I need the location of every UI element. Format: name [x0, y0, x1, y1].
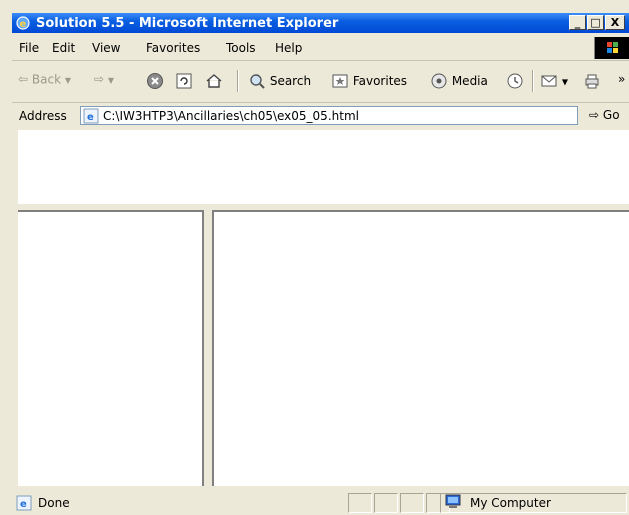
menu-help[interactable]: Help — [275, 41, 302, 55]
menu-favorites[interactable]: Favorites — [146, 41, 200, 55]
status-panel — [348, 493, 372, 513]
media-button[interactable]: Media — [430, 72, 488, 90]
stop-button[interactable] — [146, 72, 164, 90]
mail-button[interactable]: ▼ — [540, 72, 568, 90]
toolbar-separator — [237, 70, 239, 92]
svg-text:e: e — [20, 19, 27, 30]
go-label: Go — [602, 108, 620, 122]
status-panel — [400, 493, 424, 513]
toolbar-separator — [532, 70, 534, 92]
right-frame — [212, 210, 629, 486]
minimize-button[interactable]: _ — [569, 15, 586, 30]
refresh-icon — [176, 73, 192, 89]
page-content — [12, 130, 629, 486]
title-bar[interactable]: e Solution 5.5 - Microsoft Internet Expl… — [12, 13, 629, 33]
home-icon — [206, 74, 222, 88]
status-panel — [374, 493, 398, 513]
status-bar: e Done My Computer — [12, 491, 629, 515]
menu-edit[interactable]: Edit — [52, 41, 75, 55]
top-frame — [18, 130, 629, 204]
menu-view[interactable]: View — [92, 41, 120, 55]
svg-text:e: e — [20, 499, 27, 510]
history-icon — [507, 73, 523, 89]
search-icon — [250, 74, 265, 89]
go-button[interactable]: ⇨ Go — [589, 108, 620, 122]
address-label: Address — [19, 109, 67, 123]
page-icon: e — [83, 108, 99, 124]
menu-tools[interactable]: Tools — [226, 41, 256, 55]
media-icon — [431, 73, 447, 89]
menu-bar: File Edit View Favorites Tools Help — [12, 36, 629, 61]
back-arrow-icon: ⇦ — [18, 72, 29, 86]
ie-logo-icon: e — [15, 15, 31, 31]
media-label: Media — [451, 74, 488, 88]
my-computer-icon — [444, 494, 462, 510]
close-button[interactable]: X — [605, 15, 625, 30]
favorites-icon — [332, 74, 348, 88]
status-text: Done — [38, 496, 70, 510]
zone-label: My Computer — [470, 496, 551, 510]
forward-dropdown-icon: ▼ — [107, 76, 115, 85]
standard-toolbar: ⇦ Back ▼ ⇨ ▼ Search Favorites Media ▼ » — [12, 60, 629, 103]
print-icon — [585, 74, 599, 89]
forward-button[interactable]: ⇨ ▼ — [94, 72, 114, 86]
windows-logo-icon — [594, 37, 629, 59]
svg-text:e: e — [87, 112, 94, 123]
favorites-label: Favorites — [352, 74, 408, 88]
forward-arrow-icon: ⇨ — [94, 72, 105, 86]
browser-window: e Solution 5.5 - Microsoft Internet Expl… — [0, 0, 629, 515]
refresh-button[interactable] — [175, 72, 193, 90]
go-arrow-icon: ⇨ — [589, 108, 600, 122]
maximize-button[interactable]: □ — [587, 15, 604, 30]
history-button[interactable] — [506, 72, 524, 90]
toolbar-overflow-button[interactable]: » — [618, 72, 625, 86]
window-title: Solution 5.5 - Microsoft Internet Explor… — [36, 16, 339, 31]
done-page-icon: e — [16, 495, 32, 511]
address-url: C:\IW3HTP3\Ancillaries\ch05\ex05_05.html — [103, 109, 359, 123]
back-label: Back — [31, 72, 62, 87]
menu-file[interactable]: File — [19, 41, 39, 55]
favorites-button[interactable]: Favorites — [331, 72, 407, 90]
stop-icon — [147, 73, 163, 89]
back-button[interactable]: ⇦ Back ▼ — [18, 72, 71, 87]
search-button[interactable]: Search — [248, 72, 311, 90]
home-button[interactable] — [205, 72, 223, 90]
address-input[interactable]: e C:\IW3HTP3\Ancillaries\ch05\ex05_05.ht… — [80, 106, 578, 125]
mail-dropdown-icon: ▼ — [561, 77, 568, 87]
left-frame — [18, 210, 204, 486]
address-bar: Address e C:\IW3HTP3\Ancillaries\ch05\ex… — [12, 103, 629, 128]
mail-icon — [541, 75, 557, 87]
back-dropdown-icon: ▼ — [64, 76, 72, 85]
print-button[interactable] — [583, 72, 601, 90]
search-label: Search — [269, 74, 312, 88]
